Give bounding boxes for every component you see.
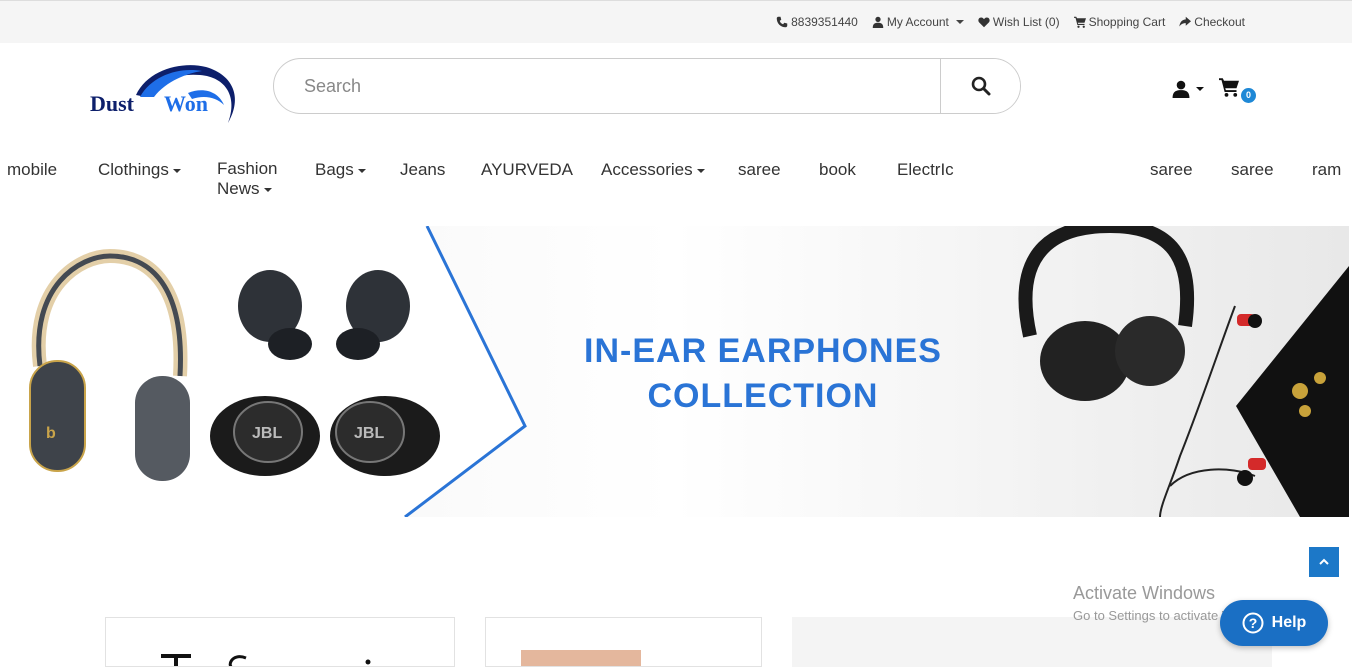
nav-item-electric[interactable]: ElectrIc: [897, 160, 954, 180]
nav-item-saree-2[interactable]: saree: [1150, 160, 1193, 180]
svg-text:?: ?: [1248, 615, 1257, 631]
nav-item-label: saree: [1231, 160, 1274, 179]
product-card-3[interactable]: [792, 617, 1272, 667]
nav-item-label: Accessories: [601, 160, 693, 179]
share-arrow-icon: [1179, 16, 1192, 27]
nav-item-label: Fashion: [217, 159, 278, 178]
logo-text-won: Won: [164, 91, 208, 116]
nav-item-label: Bags: [315, 160, 354, 179]
wish-list-label: Wish List (0): [992, 15, 1060, 29]
search-input[interactable]: [274, 59, 940, 113]
nav-item-bags[interactable]: Bags: [315, 160, 366, 180]
my-account-label: My Account: [886, 15, 949, 29]
product-card-1[interactable]: [105, 617, 455, 667]
search-bar: [273, 58, 1021, 114]
headphone-image-right: [1018, 226, 1195, 401]
nav-item-clothings[interactable]: Clothings: [98, 160, 181, 180]
user-icon: [872, 16, 884, 28]
nav-item-jeans[interactable]: Jeans: [400, 160, 445, 180]
nav-item-label-line2: News: [217, 179, 260, 198]
top-utility-bar: 8839351440 My Account Wish List (0) Shop…: [0, 0, 1352, 43]
nav-item-label: saree: [738, 160, 781, 179]
scroll-to-top-button[interactable]: [1309, 547, 1339, 577]
nav-item-saree-3[interactable]: saree: [1231, 160, 1274, 180]
nav-item-label: ElectrIc: [897, 160, 954, 179]
site-header: Dust Won 0: [0, 43, 1352, 141]
shopping-cart-link[interactable]: Shopping Cart: [1073, 15, 1166, 29]
nav-item-label: Clothings: [98, 160, 169, 179]
nav-item-label: saree: [1150, 160, 1193, 179]
banner-title-line1: IN-EAR EARPHONES: [584, 332, 942, 370]
cart-icon: [1219, 78, 1239, 97]
cart-button[interactable]: 0: [1218, 77, 1258, 107]
cart-icon: [1073, 16, 1086, 28]
banner-title-line2: COLLECTION: [647, 377, 879, 415]
nav-item-book[interactable]: book: [819, 160, 856, 180]
chevron-down-icon: [696, 168, 705, 173]
chevron-down-icon: [263, 187, 272, 192]
user-icon: [1172, 80, 1190, 98]
cart-count-badge: 0: [1241, 88, 1256, 103]
search-icon: [971, 76, 990, 96]
checkout-label: Checkout: [1194, 15, 1245, 29]
nav-item-accessories[interactable]: Accessories: [601, 160, 705, 180]
svg-text:b: b: [46, 425, 56, 442]
help-question-icon: ?: [1242, 612, 1264, 634]
nav-item-label: ram: [1312, 160, 1342, 179]
jbl-logo-text-left: JBL: [252, 425, 282, 442]
shopping-cart-label: Shopping Cart: [1088, 15, 1166, 29]
chevron-up-icon: [1319, 558, 1329, 565]
checkout-link[interactable]: Checkout: [1179, 15, 1245, 29]
phone-number: 8839351440: [791, 15, 858, 29]
wish-list-link[interactable]: Wish List (0): [978, 15, 1060, 29]
jbl-logo-text-right: JBL: [354, 425, 384, 442]
banner-title: IN-EAR EARPHONES COLLECTION: [560, 329, 966, 419]
nav-item-ayurveda[interactable]: AYURVEDA: [481, 160, 573, 180]
hero-banner[interactable]: b JBL JBL IN-EAR EARPHONES COLLECTION: [0, 226, 1349, 517]
card-text-fragment: [161, 654, 371, 666]
nav-item-label: AYURVEDA: [481, 160, 573, 179]
nav-item-mobile[interactable]: mobile: [7, 160, 57, 180]
top-links: 8839351440 My Account Wish List (0) Shop…: [776, 15, 1245, 29]
main-nav: mobile Clothings Fashion News Bags Jeans …: [0, 141, 1352, 226]
nav-item-saree[interactable]: saree: [738, 160, 781, 180]
product-card-2[interactable]: [485, 617, 762, 667]
account-menu-button[interactable]: [1172, 80, 1204, 98]
nav-item-label: book: [819, 160, 856, 179]
nav-item-label: mobile: [7, 160, 58, 179]
help-label: Help: [1271, 614, 1307, 631]
logo-text-dust: Dust: [90, 91, 135, 116]
site-logo[interactable]: Dust Won: [88, 57, 244, 129]
chevron-down-icon: [955, 20, 964, 24]
logo-swoosh: Dust Won: [90, 65, 235, 123]
phone-link[interactable]: 8839351440: [776, 15, 858, 29]
nav-item-fashion-news[interactable]: Fashion News: [217, 159, 277, 199]
chevron-down-icon: [357, 168, 366, 173]
phone-icon: [776, 16, 788, 28]
heart-icon: [978, 17, 990, 28]
my-account-dropdown[interactable]: My Account: [872, 15, 964, 29]
nav-item-label: Jeans: [400, 160, 446, 179]
product-image-fragment: [521, 650, 641, 666]
help-button[interactable]: ? Help: [1220, 600, 1328, 646]
chevron-down-icon: [1196, 87, 1204, 91]
search-button[interactable]: [940, 59, 1020, 113]
nav-item-ram[interactable]: ram: [1312, 160, 1341, 180]
chevron-down-icon: [172, 168, 181, 173]
